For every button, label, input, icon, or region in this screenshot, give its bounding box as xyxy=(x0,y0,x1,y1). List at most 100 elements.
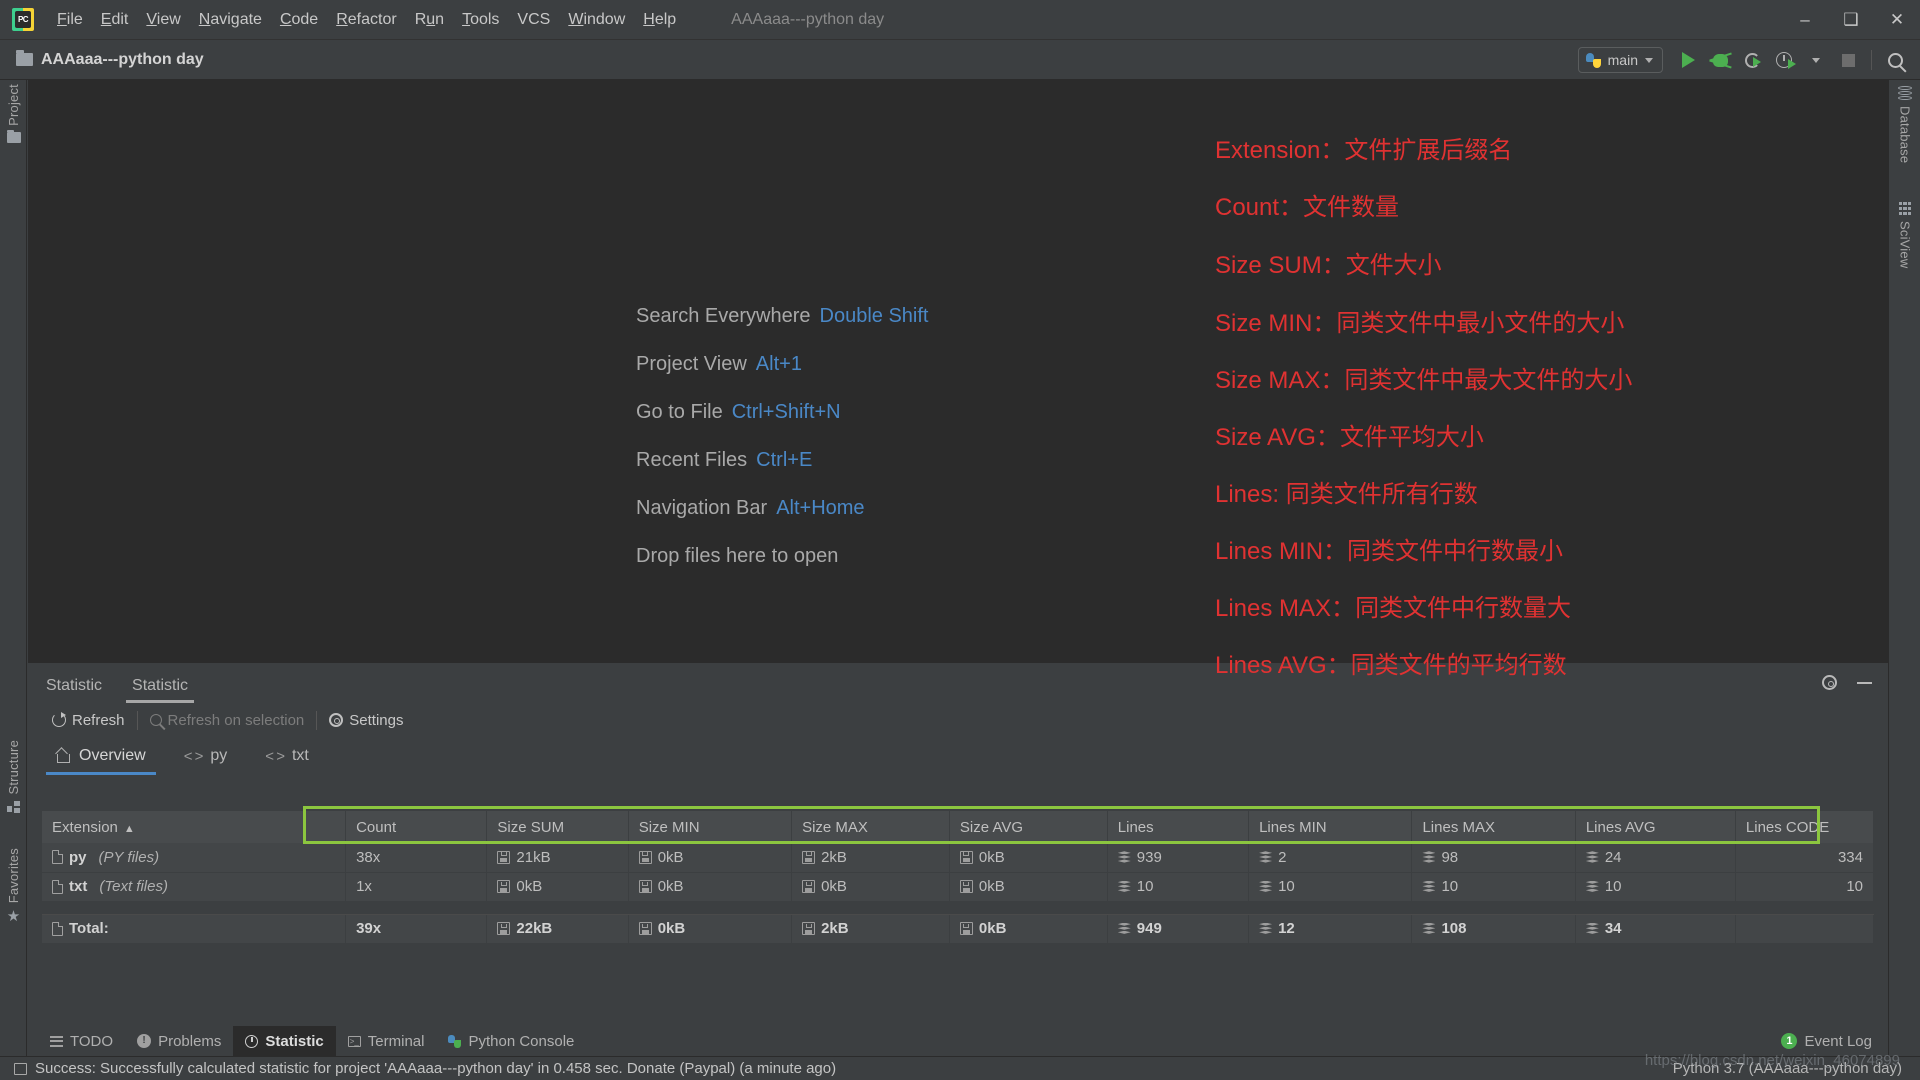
column-header-size-max[interactable]: Size MAX xyxy=(791,811,950,843)
tab-statistic[interactable]: Statistic xyxy=(126,677,195,703)
gear-icon[interactable] xyxy=(1822,675,1837,690)
column-header-lines-code[interactable]: Lines CODE xyxy=(1735,811,1875,843)
profile-button[interactable] xyxy=(1769,45,1799,75)
menu-item-navigate[interactable]: Navigate xyxy=(190,7,271,33)
pycharm-logo-icon: PC xyxy=(10,7,36,33)
refresh-button[interactable]: Refresh xyxy=(40,712,137,729)
disk-icon xyxy=(802,922,816,935)
tab-py[interactable]: < > py xyxy=(184,737,228,775)
disk-icon xyxy=(802,880,816,893)
menu-item-vcs[interactable]: VCS xyxy=(508,7,559,33)
settings-label: Settings xyxy=(349,711,404,729)
maximize-button[interactable]: ❑ xyxy=(1828,0,1874,40)
play-icon xyxy=(1681,52,1695,68)
sidebar-item-sciview[interactable]: SciView xyxy=(1889,202,1920,268)
column-header-lines-max[interactable]: Lines MAX xyxy=(1411,811,1576,843)
bottom-tab-label: Python Console xyxy=(468,1032,575,1050)
bottom-tab-terminal[interactable]: >_ Terminal xyxy=(336,1026,437,1056)
column-header-count[interactable]: Count xyxy=(345,811,488,843)
minimize-button[interactable]: – xyxy=(1782,0,1828,40)
sidebar-item-project[interactable]: Project xyxy=(0,84,27,143)
sidebar-item-database[interactable]: Database xyxy=(1889,86,1920,163)
column-header-lines[interactable]: Lines xyxy=(1107,811,1250,843)
debug-button[interactable] xyxy=(1705,45,1735,75)
more-run-options-button[interactable] xyxy=(1801,45,1831,75)
cell-lines-max: 98 xyxy=(1411,843,1576,873)
cell-lines-code: 10 xyxy=(1735,872,1875,902)
annotation-size-sum: Size SUM：文件大小 xyxy=(1215,245,1442,280)
cell-size-avg: 0kB xyxy=(949,914,1108,944)
table-header-row: Extension ▲ Count Size SUM Size MIN Size … xyxy=(42,811,1875,843)
sidebar-item-structure[interactable]: Structure xyxy=(0,740,27,813)
column-header-extension[interactable]: Extension ▲ xyxy=(42,811,347,843)
sort-arrow-icon: ▲ xyxy=(123,822,135,835)
refresh-on-selection-button[interactable]: Refresh on selection xyxy=(138,712,317,729)
statistic-table: Extension ▲ Count Size SUM Size MIN Size … xyxy=(42,811,1875,944)
column-header-lines-min[interactable]: Lines MIN xyxy=(1248,811,1413,843)
annotation-term: Lines MAX： xyxy=(1215,595,1356,622)
column-header-size-avg[interactable]: Size AVG xyxy=(949,811,1108,843)
table-row[interactable]: py (PY files) 38x 21kB 0kB 2kB 0kB 939 2… xyxy=(42,843,1875,873)
tool-window-controls xyxy=(1822,675,1872,690)
menu-item-help[interactable]: Help xyxy=(634,7,685,33)
lines-icon xyxy=(1117,880,1131,893)
hint-row: Search Everywhere Double Shift xyxy=(636,305,929,353)
tab-overview-label: Overview xyxy=(79,747,146,764)
hint-row: Navigation Bar Alt+Home xyxy=(636,497,929,545)
run-configuration-selector[interactable]: main xyxy=(1577,47,1663,73)
rail-label: Favorites xyxy=(6,848,21,904)
menu-item-tools[interactable]: Tools xyxy=(453,7,508,33)
stop-button[interactable] xyxy=(1833,45,1863,75)
hint-label: Search Everywhere xyxy=(636,305,811,327)
close-button[interactable]: ✕ xyxy=(1874,0,1920,40)
problems-icon: ! xyxy=(137,1034,152,1048)
disk-icon xyxy=(959,850,973,864)
bottom-tab-problems[interactable]: ! Problems xyxy=(125,1026,233,1056)
column-header-size-min[interactable]: Size MIN xyxy=(628,811,793,843)
value: 10 xyxy=(1136,878,1154,895)
rail-label: SciView xyxy=(1897,221,1913,269)
lines-icon xyxy=(1422,851,1436,864)
cell-size-sum: 21kB xyxy=(486,843,629,873)
value: 0kB xyxy=(657,920,686,937)
sidebar-item-favorites[interactable]: Favorites ★ xyxy=(0,848,27,924)
event-log-button[interactable]: 1 Event Log xyxy=(1781,1033,1872,1050)
project-name[interactable]: AAAaaa---python day xyxy=(41,51,204,69)
interpreter-indicator[interactable]: Python 3.7 (AAAaaa---python day) xyxy=(1673,1060,1902,1077)
annotation-lines-min: Lines MIN：同类文件中行数最小 xyxy=(1215,531,1563,566)
run-button[interactable] xyxy=(1673,45,1703,75)
menu-item-window[interactable]: Window xyxy=(559,7,634,33)
table-total-row: Total: 39x 22kB 0kB 2kB 0kB 949 12 108 3… xyxy=(42,914,1875,944)
tab-statistic-title[interactable]: Statistic xyxy=(40,677,108,703)
menu-item-code[interactable]: Code xyxy=(271,7,327,33)
minimize-icon[interactable] xyxy=(1857,681,1872,684)
bottom-tab-statistic[interactable]: Statistic xyxy=(233,1026,336,1056)
window-controls: – ❑ ✕ xyxy=(1782,0,1920,40)
cell-extension: Total: xyxy=(42,914,347,944)
value: 2kB xyxy=(821,920,849,937)
coverage-icon xyxy=(1744,52,1761,68)
bottom-tab-todo[interactable]: TODO xyxy=(38,1026,125,1056)
menu-item-run[interactable]: Run xyxy=(406,7,453,33)
search-button[interactable] xyxy=(1880,45,1910,75)
tab-txt[interactable]: < > txt xyxy=(265,737,309,775)
settings-button[interactable]: Settings xyxy=(317,712,415,729)
tab-overview[interactable]: Overview xyxy=(46,737,156,775)
value: 24 xyxy=(1604,848,1622,866)
extension-desc: (Text files) xyxy=(99,878,168,895)
hint-label: Go to File xyxy=(636,401,723,423)
cell-size-max: 2kB xyxy=(791,914,950,944)
refresh-on-selection-label: Refresh on selection xyxy=(167,711,305,729)
menu-item-view[interactable]: View xyxy=(137,7,189,33)
annotation-term: Size AVG： xyxy=(1215,424,1340,451)
menu-item-edit[interactable]: Edit xyxy=(92,7,138,33)
run-with-coverage-button[interactable] xyxy=(1737,45,1767,75)
column-header-size-sum[interactable]: Size SUM xyxy=(486,811,629,843)
value: 21kB xyxy=(516,848,551,866)
cell-lines-code xyxy=(1735,914,1875,944)
column-header-lines-avg[interactable]: Lines AVG xyxy=(1575,811,1736,843)
table-row[interactable]: txt (Text files) 1x 0kB 0kB 0kB 0kB 10 1… xyxy=(42,872,1875,902)
menu-item-file[interactable]: File xyxy=(48,7,92,33)
menu-item-refactor[interactable]: Refactor xyxy=(327,7,405,33)
bottom-tab-python-console[interactable]: Python Console xyxy=(436,1026,586,1056)
